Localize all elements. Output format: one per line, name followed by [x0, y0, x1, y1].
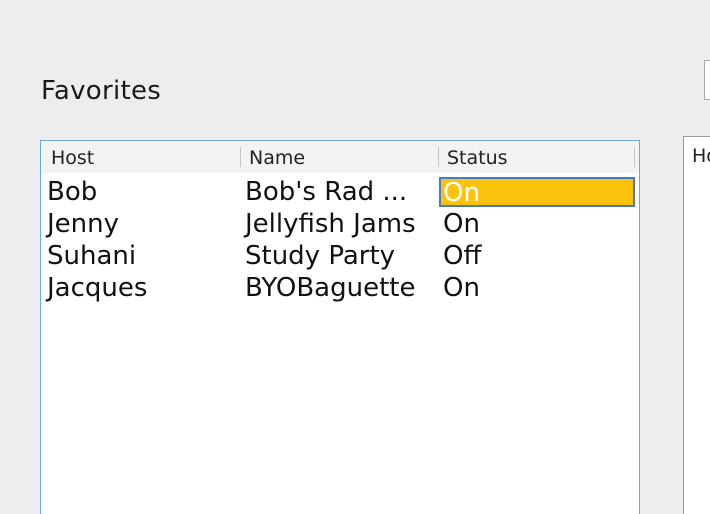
table-row[interactable]: Jenny Jellyfish Jams On: [41, 208, 639, 240]
name-cell[interactable]: Study Party: [241, 240, 439, 272]
name-cell[interactable]: BYOBaguette: [241, 272, 439, 304]
top-right-input-field[interactable]: [704, 60, 710, 100]
column-header-host[interactable]: Host: [43, 147, 241, 169]
column-header-name[interactable]: Name: [241, 147, 439, 169]
name-cell[interactable]: Jellyfish Jams: [241, 208, 439, 240]
right-table-panel[interactable]: Ho: [683, 136, 710, 514]
favorites-table[interactable]: Host Name Status Bob Bob's Rad ... On Je…: [40, 140, 640, 514]
table-header: Host Name Status: [41, 141, 639, 173]
favorites-window: Favorites Host Name Status Bob Bob's Rad…: [0, 0, 710, 514]
table-body: Bob Bob's Rad ... On Jenny Jellyfish Jam…: [41, 176, 639, 304]
table-row[interactable]: Jacques BYOBaguette On: [41, 272, 639, 304]
status-cell[interactable]: Off: [439, 240, 635, 272]
column-header-status[interactable]: Status: [439, 147, 635, 169]
table-row[interactable]: Suhani Study Party Off: [41, 240, 639, 272]
host-cell[interactable]: Bob: [43, 176, 241, 208]
host-cell[interactable]: Jenny: [43, 208, 241, 240]
table-row[interactable]: Bob Bob's Rad ... On: [41, 176, 639, 208]
host-cell[interactable]: Suhani: [43, 240, 241, 272]
status-cell[interactable]: On: [439, 272, 635, 304]
status-cell-selected[interactable]: On: [439, 177, 635, 207]
status-cell[interactable]: On: [439, 208, 635, 240]
right-column-header[interactable]: Ho: [692, 145, 710, 167]
name-cell[interactable]: Bob's Rad ...: [241, 176, 439, 208]
column-divider[interactable]: [634, 147, 635, 167]
favorites-title: Favorites: [41, 76, 162, 106]
host-cell[interactable]: Jacques: [43, 272, 241, 304]
